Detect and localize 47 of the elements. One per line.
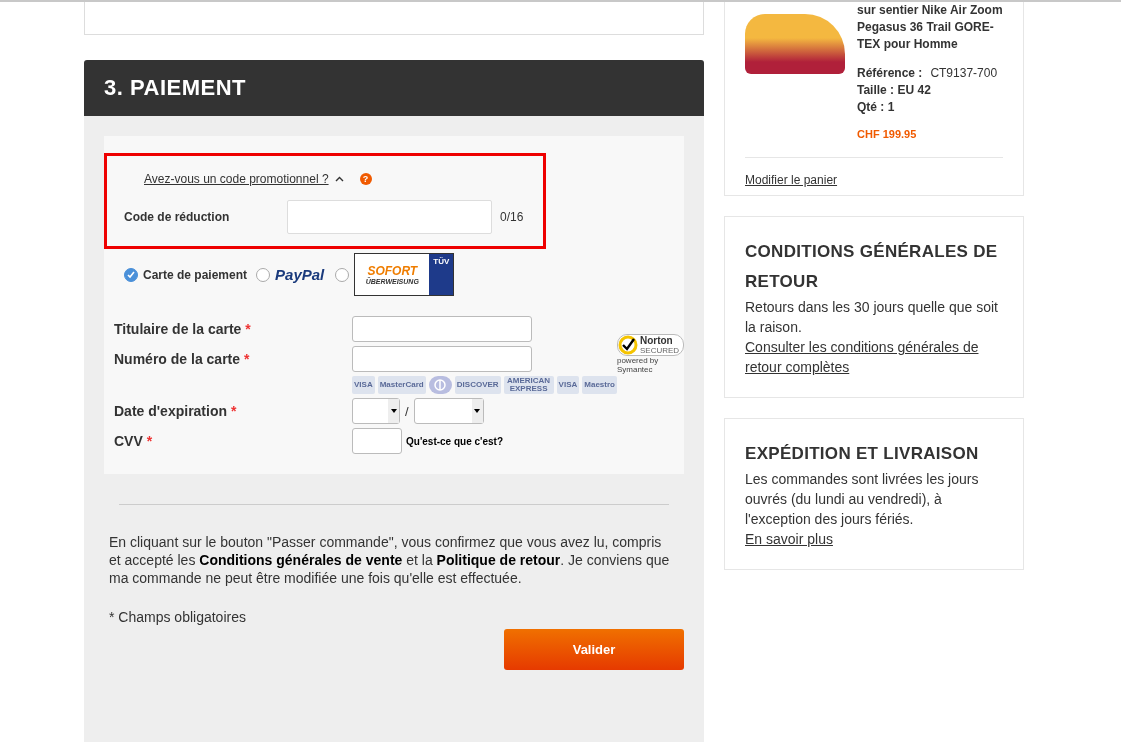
field-label: Numéro de la carte * (114, 351, 251, 367)
text-field[interactable] (352, 346, 532, 372)
card-text: Les commandes sont livrées les jours ouvrés (du lundi au vendredi), à l'exception des jours fériés. (745, 470, 980, 529)
field-label: Titulaire de la carte * (114, 321, 252, 337)
card-logo (428, 376, 452, 394)
section-title: 3. PAIEMENT (84, 60, 704, 116)
method-label: Carte de paiement (143, 267, 248, 282)
submit-button[interactable]: Valider (504, 629, 684, 670)
product-size: Taille : EU 42 (857, 82, 932, 99)
field-label: CVV * (114, 433, 154, 449)
card-title: EXPÉDITION ET LIVRAISON (745, 443, 980, 465)
promo-code-field[interactable] (287, 200, 492, 234)
cvv-field[interactable] (352, 428, 402, 454)
norton-seal: Norton SECURED powered by Symantec (616, 334, 685, 454)
card-logo: DISCOVER (454, 376, 501, 394)
text-field[interactable] (352, 316, 532, 342)
product-quantity: Qté : 1 (857, 99, 896, 116)
card-link[interactable]: Consulter les conditions générales de retour complètes (745, 337, 1003, 377)
promo-link[interactable]: Avez-vous un code promotionnel ? (144, 172, 329, 186)
card-logo: VISA (556, 376, 580, 394)
product-price: CHF 199.95 (857, 127, 918, 142)
checked-radio[interactable] (124, 267, 138, 282)
radio-button[interactable] (335, 267, 350, 282)
field-label: Date d'expiration * (114, 403, 238, 419)
card-text: Retours dans les 30 jours quelle que soit la raison. (745, 298, 999, 337)
product-name: sur sentier Nike Air Zoom Pegasus 36 Trail GORE-TEX pour Homme (857, 2, 1003, 53)
radio-button[interactable] (256, 267, 271, 282)
card-logo: VISA (352, 376, 375, 394)
edit-cart-link[interactable]: Modifier le panier (745, 157, 1003, 187)
chevron-up-icon[interactable] (334, 176, 344, 182)
card-title: CONDITIONS GÉNÉRALES DE RETOUR (745, 241, 999, 293)
paypal-logo: PayPal (275, 266, 325, 283)
cvv-help-link[interactable]: Qu'est-ce que c'est? (406, 435, 503, 447)
card-logo: Maestro (582, 376, 617, 394)
card-link[interactable]: En savoir plus (745, 529, 1003, 549)
date-separator: / (405, 403, 409, 419)
product-reference: Référence : CT9137-700 (857, 65, 999, 82)
terms-text: En cliquant sur le bouton "Passer commande", vous confirmez que vous avez lu, compris et accepté les Conditions générales de vente et la Politique de retour. Je conviens que ma commande ne peut être modifiée une fois qu'elle est effectuée. (109, 533, 671, 587)
year-select[interactable] (413, 398, 484, 424)
field-label: Code de réduction (124, 210, 231, 224)
required-note: * Champs obligatoires (109, 609, 247, 625)
card-logo: AMERICAN EXPRESS (503, 376, 554, 394)
card-logo: MasterCard (377, 376, 426, 394)
dropdown-arrow-icon (390, 409, 397, 413)
month-select[interactable] (352, 398, 400, 424)
dropdown-arrow-icon (474, 409, 481, 413)
char-counter: 0/16 (500, 210, 524, 224)
